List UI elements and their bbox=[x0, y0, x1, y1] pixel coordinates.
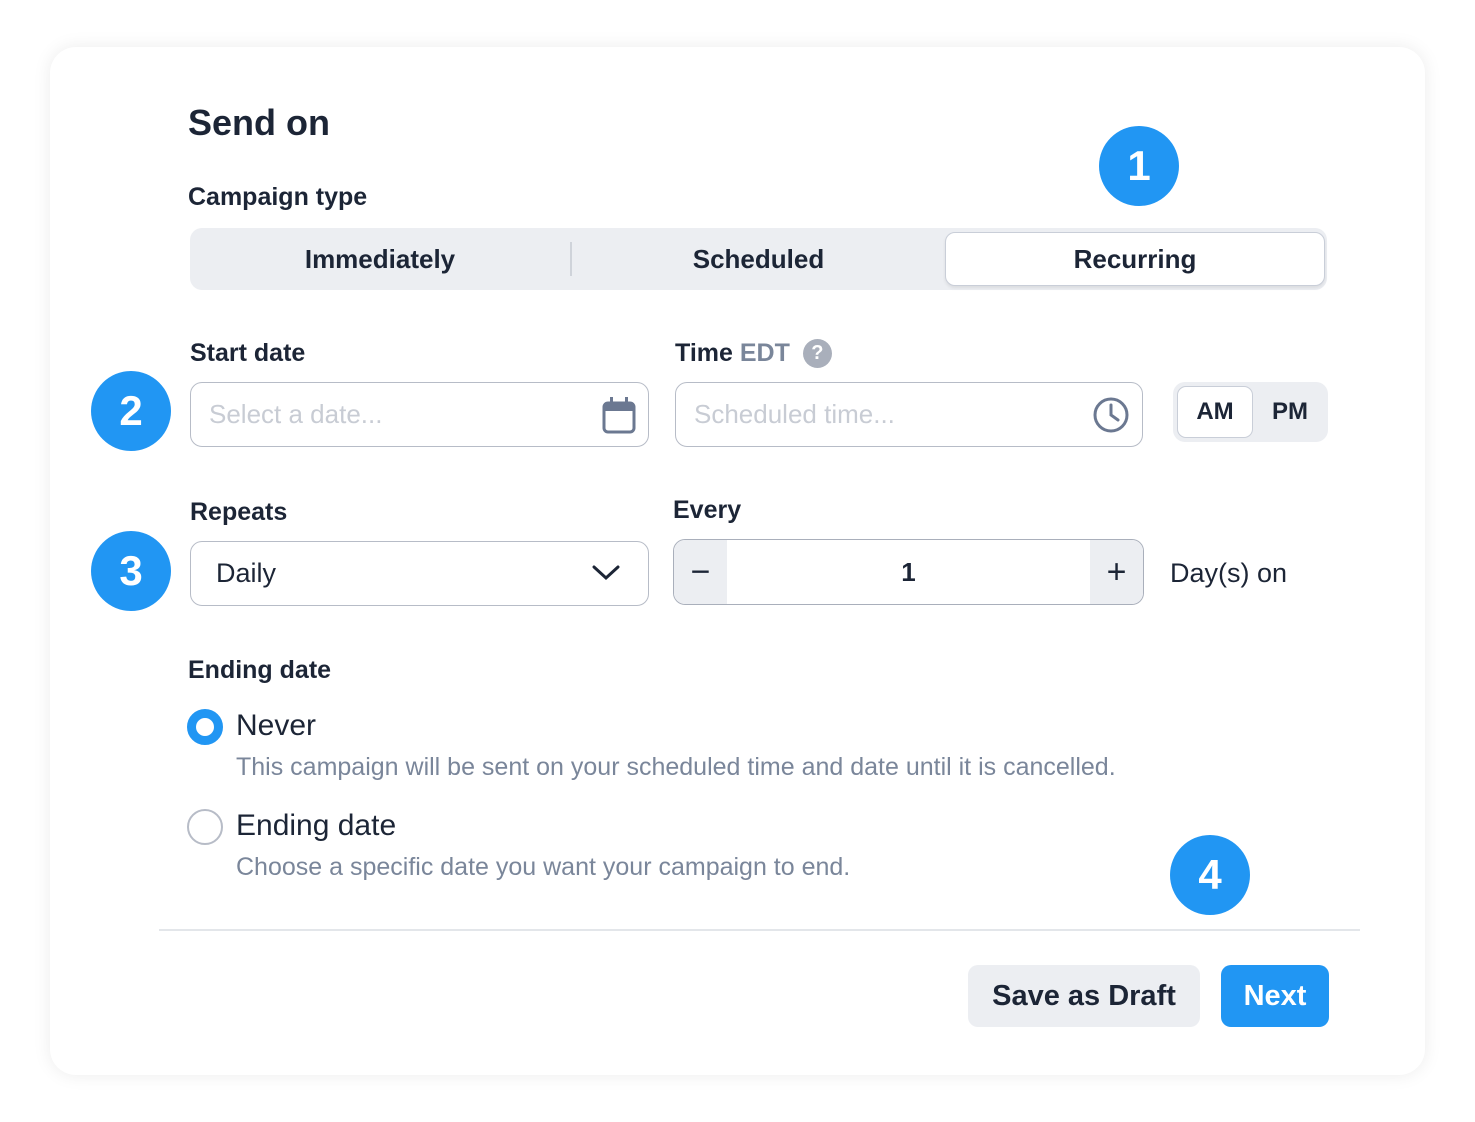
footer-divider bbox=[159, 929, 1360, 931]
step-badge-2: 2 bbox=[91, 371, 171, 451]
campaign-type-label: Campaign type bbox=[188, 183, 368, 211]
time-label: Time EDT ? bbox=[675, 339, 832, 368]
chevron-down-icon bbox=[592, 565, 620, 581]
ending-date-label: Ending date bbox=[188, 656, 332, 684]
never-description: This campaign will be sent on your sched… bbox=[236, 753, 1116, 781]
step-badge-1: 1 bbox=[1099, 126, 1179, 206]
repeats-label: Repeats bbox=[190, 498, 288, 526]
decrement-button[interactable]: − bbox=[674, 540, 727, 604]
tab-recurring[interactable]: Recurring bbox=[945, 232, 1325, 286]
tab-scheduled[interactable]: Scheduled bbox=[572, 228, 945, 290]
every-suffix: Day(s) on bbox=[1170, 558, 1288, 588]
timezone-label: EDT bbox=[739, 339, 790, 367]
time-input[interactable]: Scheduled time... bbox=[675, 382, 1143, 447]
clock-icon[interactable] bbox=[1092, 396, 1130, 434]
step-badge-3: 3 bbox=[91, 531, 171, 611]
start-date-input[interactable]: Select a date... bbox=[190, 382, 649, 447]
step-badge-4: 4 bbox=[1170, 835, 1250, 915]
every-stepper: − 1 + bbox=[673, 539, 1144, 605]
pm-button[interactable]: PM bbox=[1255, 386, 1325, 438]
tab-immediately[interactable]: Immediately bbox=[190, 228, 570, 290]
radio-ending-date[interactable] bbox=[187, 809, 223, 845]
radio-never[interactable] bbox=[187, 709, 223, 745]
repeats-select[interactable]: Daily bbox=[190, 541, 649, 606]
save-as-draft-button[interactable]: Save as Draft bbox=[968, 965, 1200, 1027]
campaign-type-segmented-control: Immediately Scheduled Recurring bbox=[190, 228, 1327, 290]
am-button[interactable]: AM bbox=[1177, 386, 1253, 438]
start-date-label: Start date bbox=[190, 339, 306, 367]
repeats-value: Daily bbox=[216, 558, 277, 588]
increment-button[interactable]: + bbox=[1090, 540, 1143, 604]
every-value-input[interactable]: 1 bbox=[727, 540, 1090, 604]
am-pm-toggle: AM PM bbox=[1173, 382, 1328, 442]
calendar-icon[interactable] bbox=[602, 396, 636, 434]
time-placeholder: Scheduled time... bbox=[694, 399, 895, 429]
question-circle-icon[interactable]: ? bbox=[802, 339, 832, 368]
every-label: Every bbox=[673, 496, 742, 524]
page-title: Send on bbox=[188, 102, 330, 143]
start-date-placeholder: Select a date... bbox=[209, 399, 383, 429]
never-label: Never bbox=[236, 709, 317, 742]
ending-date-option-label: Ending date bbox=[236, 809, 397, 842]
time-label-text: Time bbox=[675, 339, 733, 367]
next-button[interactable]: Next bbox=[1221, 965, 1329, 1027]
ending-date-description: Choose a specific date you want your cam… bbox=[236, 853, 851, 881]
